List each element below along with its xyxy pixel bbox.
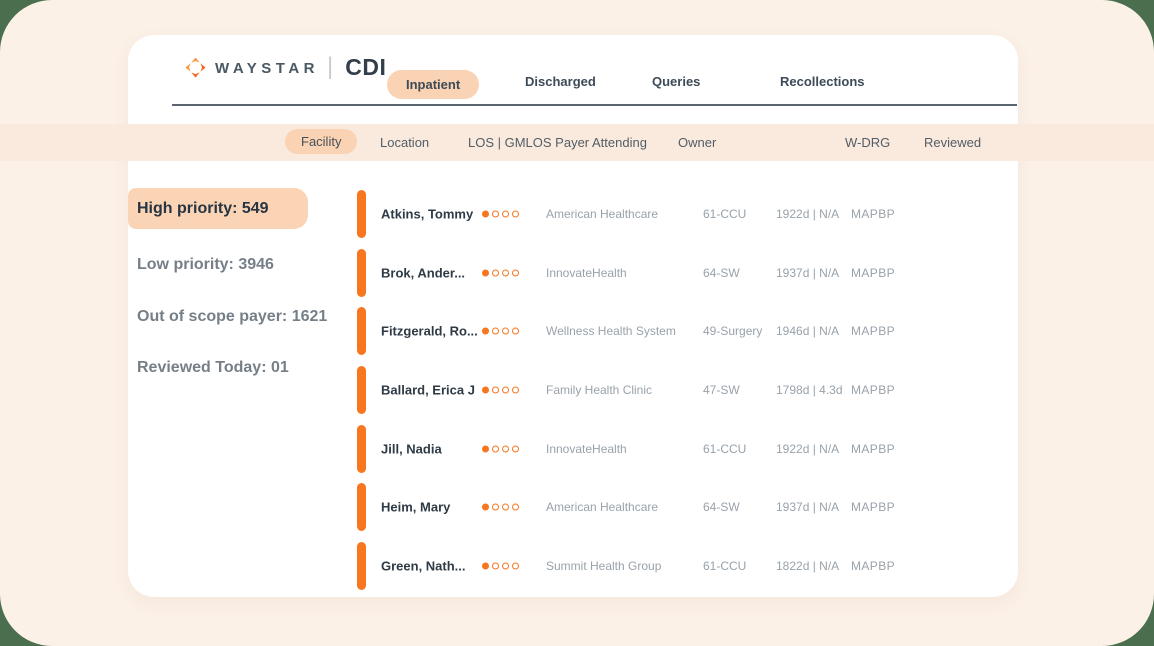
priority-dots xyxy=(482,446,519,453)
los-gmlos: 1937d | N/A xyxy=(776,266,839,280)
priority-dots xyxy=(482,563,519,570)
priority-bar xyxy=(357,425,366,473)
priority-bar xyxy=(357,190,366,238)
location: 64-SW xyxy=(703,500,740,514)
filter-reviewed[interactable]: Reviewed xyxy=(924,135,981,150)
filter-facility[interactable]: Facility xyxy=(285,129,357,154)
filter-attending[interactable]: Attending xyxy=(592,135,647,150)
los-gmlos: 1822d | N/A xyxy=(776,559,839,573)
w-drg: MAPBP xyxy=(851,442,895,456)
payer-name: American Healthcare xyxy=(546,500,658,514)
patient-name: Ballard, Erica J xyxy=(381,383,475,398)
location: 64-SW xyxy=(703,266,740,280)
table-row[interactable]: Ballard, Erica J Family Health Clinic 47… xyxy=(357,366,977,414)
priority-bar xyxy=(357,483,366,531)
filter-w-drg[interactable]: W-DRG xyxy=(845,135,890,150)
brand-name: waystar xyxy=(215,58,319,77)
priority-dots xyxy=(482,504,519,511)
w-drg: MAPBP xyxy=(851,500,895,514)
w-drg: MAPBP xyxy=(851,559,895,573)
priority-dots xyxy=(482,211,519,218)
brand-separator: | xyxy=(327,53,333,81)
table-row[interactable]: Atkins, Tommy American Healthcare 61-CCU… xyxy=(357,190,977,238)
patient-name: Atkins, Tommy xyxy=(381,207,473,222)
priority-bar xyxy=(357,542,366,590)
location: 61-CCU xyxy=(703,442,746,456)
w-drg: MAPBP xyxy=(851,383,895,397)
payer-name: InnovateHealth xyxy=(546,442,627,456)
patient-name: Fitzgerald, Ro... xyxy=(381,324,478,339)
filter-location[interactable]: Location xyxy=(380,135,429,150)
tab-queries[interactable]: Queries xyxy=(652,74,700,89)
priority-dots xyxy=(482,270,519,277)
patient-name: Heim, Mary xyxy=(381,500,450,515)
table-row[interactable]: Jill, Nadia InnovateHealth 61-CCU 1922d … xyxy=(357,425,977,473)
los-gmlos: 1922d | N/A xyxy=(776,207,839,221)
location: 47-SW xyxy=(703,383,740,397)
table-row[interactable]: Green, Nath... Summit Health Group 61-CC… xyxy=(357,542,977,590)
table-row[interactable]: Fitzgerald, Ro... Wellness Health System… xyxy=(357,307,977,355)
app-window: waystar | CDI Inpatient Discharged Queri… xyxy=(0,0,1154,646)
tab-recollections[interactable]: Recollections xyxy=(780,74,865,89)
sidebar-item-out-of-scope-payer[interactable]: Out of scope payer: 1621 xyxy=(137,308,327,326)
sidebar-item-reviewed-today[interactable]: Reviewed Today: 01 xyxy=(137,359,289,377)
los-gmlos: 1922d | N/A xyxy=(776,442,839,456)
los-gmlos: 1798d | 4.3d xyxy=(776,383,843,397)
priority-bar xyxy=(357,366,366,414)
w-drg: MAPBP xyxy=(851,266,895,280)
w-drg: MAPBP xyxy=(851,207,895,221)
tab-inpatient[interactable]: Inpatient xyxy=(387,70,479,99)
payer-name: Summit Health Group xyxy=(546,559,661,573)
sidebar-item-low-priority[interactable]: Low priority: 3946 xyxy=(137,256,274,274)
tab-discharged[interactable]: Discharged xyxy=(525,74,596,89)
payer-name: American Healthcare xyxy=(546,207,658,221)
patient-name: Green, Nath... xyxy=(381,559,466,574)
table-row[interactable]: Brok, Ander... InnovateHealth 64-SW 1937… xyxy=(357,249,977,297)
priority-dots xyxy=(482,387,519,394)
table-row[interactable]: Heim, Mary American Healthcare 64-SW 193… xyxy=(357,483,977,531)
header-divider xyxy=(172,104,1017,106)
priority-bar xyxy=(357,307,366,355)
priority-bar xyxy=(357,249,366,297)
payer-name: InnovateHealth xyxy=(546,266,627,280)
product-name: CDI xyxy=(345,54,386,81)
payer-name: Wellness Health System xyxy=(546,324,676,338)
patient-name: Brok, Ander... xyxy=(381,266,465,281)
payer-name: Family Health Clinic xyxy=(546,383,652,397)
los-gmlos: 1937d | N/A xyxy=(776,500,839,514)
filter-los-gmlos-payer[interactable]: LOS | GMLOS Payer xyxy=(468,135,589,150)
waystar-logo: waystar | CDI xyxy=(185,52,386,82)
location: 61-CCU xyxy=(703,207,746,221)
patient-name: Jill, Nadia xyxy=(381,442,442,457)
waystar-compass-icon xyxy=(185,57,206,78)
location: 49-Surgery xyxy=(703,324,762,338)
los-gmlos: 1946d | N/A xyxy=(776,324,839,338)
location: 61-CCU xyxy=(703,559,746,573)
filter-owner[interactable]: Owner xyxy=(678,135,716,150)
priority-dots xyxy=(482,328,519,335)
sidebar-item-high-priority[interactable]: High priority: 549 xyxy=(128,188,308,229)
w-drg: MAPBP xyxy=(851,324,895,338)
